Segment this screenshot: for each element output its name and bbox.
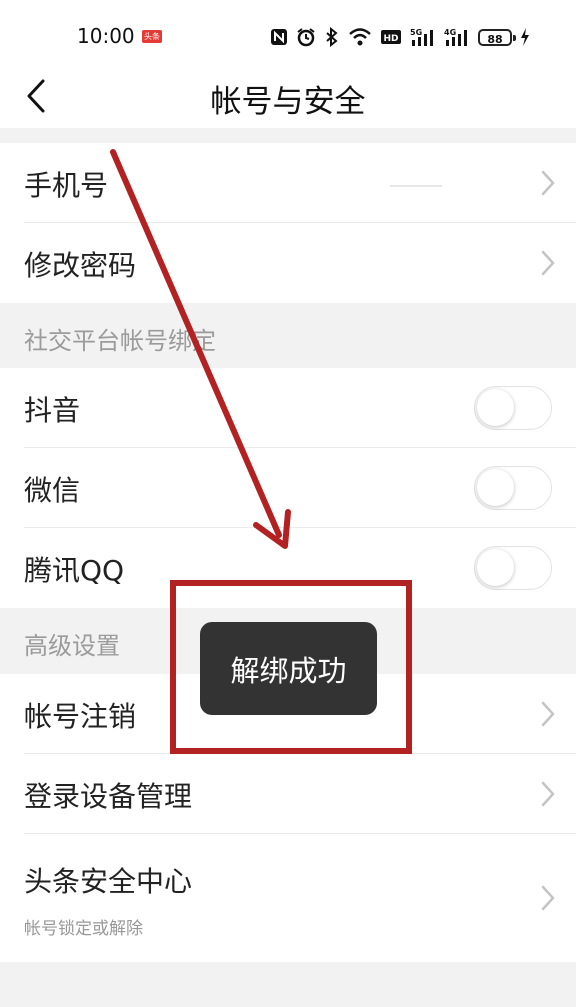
security-center-row[interactable]: 头条安全中心 帐号锁定或解除 xyxy=(0,834,576,962)
social-item-label: 腾讯QQ xyxy=(24,554,125,587)
toggle-knob xyxy=(477,469,514,506)
chevron-right-icon xyxy=(541,885,555,911)
battery-icon: 88 xyxy=(478,28,516,46)
security-center-label: 头条安全中心 xyxy=(24,865,193,898)
social-item-label: 抖音 xyxy=(24,394,81,427)
battery-level: 88 xyxy=(487,32,503,46)
device-management-label: 登录设备管理 xyxy=(24,780,193,813)
toggle-knob xyxy=(477,389,514,426)
change-password-row[interactable]: 修改密码 xyxy=(0,223,576,303)
chevron-right-icon xyxy=(541,250,555,276)
social-item-label: 微信 xyxy=(24,474,81,507)
change-password-label: 修改密码 xyxy=(24,249,137,282)
bluetooth-icon xyxy=(326,27,338,47)
social-section-header: 社交平台帐号绑定 xyxy=(0,304,576,368)
page-title: 帐号与安全 xyxy=(210,84,366,120)
nfc-icon xyxy=(271,29,287,45)
hd-icon: HD xyxy=(381,30,401,44)
toggle-knob xyxy=(477,549,514,586)
wechat-bind-toggle[interactable] xyxy=(474,466,552,510)
status-icons: HD 5G 4G 88 xyxy=(270,24,530,50)
alarm-icon xyxy=(297,28,315,47)
security-center-sublabel: 帐号锁定或解除 xyxy=(24,919,143,939)
phone-number-label: 手机号 xyxy=(24,169,109,202)
status-time: 10:00 xyxy=(77,24,135,48)
nav-bar: 帐号与安全 xyxy=(0,70,576,128)
signal-5g-icon: 5G xyxy=(410,28,433,46)
qq-bind-toggle[interactable] xyxy=(474,546,552,590)
wifi-icon xyxy=(349,28,371,46)
svg-text:HD: HD xyxy=(383,34,398,44)
annotation-highlight-box xyxy=(170,580,412,754)
chevron-right-icon xyxy=(541,701,555,727)
chevron-right-icon xyxy=(541,170,555,196)
social-section-title: 社交平台帐号绑定 xyxy=(24,327,216,355)
status-bar: 10:00 头条 HD 5G 4G 88 xyxy=(0,0,576,70)
svg-text:5G: 5G xyxy=(410,28,422,37)
device-management-row[interactable]: 登录设备管理 xyxy=(0,754,576,834)
phone-number-row[interactable]: 手机号 xyxy=(0,143,576,223)
douyin-bind-toggle[interactable] xyxy=(474,386,552,430)
charging-icon xyxy=(521,28,529,46)
social-item-wechat: 微信 xyxy=(0,448,576,528)
svg-text:4G: 4G xyxy=(444,28,456,37)
chevron-right-icon xyxy=(541,781,555,807)
social-item-douyin: 抖音 xyxy=(0,368,576,448)
advanced-section-title: 高级设置 xyxy=(24,632,120,660)
signal-4g-icon: 4G xyxy=(444,28,467,46)
app-notification-badge: 头条 xyxy=(142,30,162,43)
battery-tip xyxy=(513,34,516,41)
deactivate-account-label: 帐号注销 xyxy=(24,700,137,733)
phone-number-value xyxy=(390,185,442,187)
